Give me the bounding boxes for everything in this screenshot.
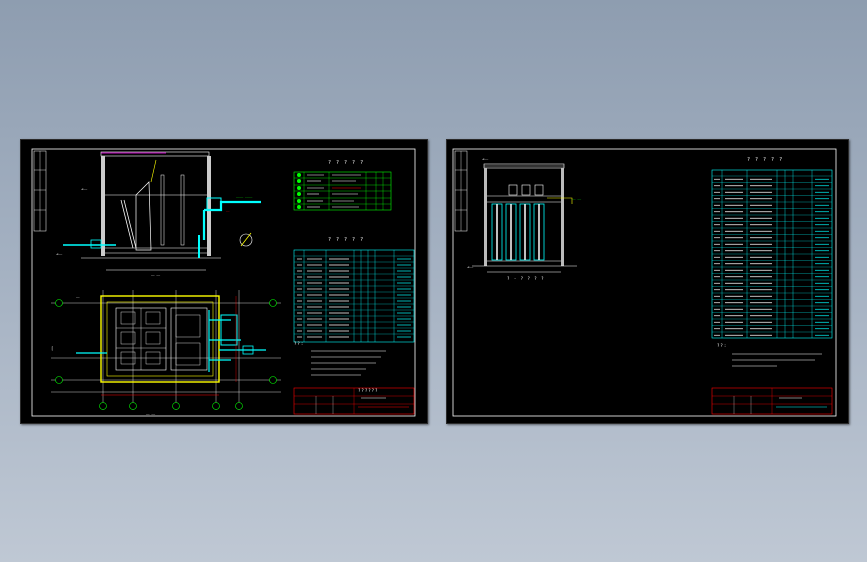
notes-label-1: ??: <box>294 341 305 346</box>
equipment-table-title: ? ? ? ? ? <box>328 160 365 166</box>
table-title-2: ? ? ? ? ? <box>747 157 784 163</box>
plan-view: —— [ —— —— <box>51 290 281 416</box>
drawing-border <box>31 148 416 417</box>
svg-text:——: —— <box>226 209 230 213</box>
svg-text:———— ————: ———— ———— <box>236 195 252 199</box>
notes-label-2: ??: <box>717 343 728 348</box>
svg-text:⊿——: ⊿—— <box>467 265 473 269</box>
notes-block-1 <box>311 350 386 376</box>
svg-text:—— ——: —— —— <box>151 273 160 277</box>
sheet-2-drawing: —— —— ⊿—— ⊿—— <box>452 148 837 417</box>
drawing-sheet-1[interactable]: ———— ———— —— ⊿—— ⊿—— —— —— —— [—— —— ? … <box>20 139 428 424</box>
equipment-table <box>293 171 392 211</box>
svg-text:⊿——: ⊿—— <box>56 252 62 256</box>
svg-text:—— ——: —— —— <box>572 197 581 201</box>
materials-table-title: ? ? ? ? ? <box>328 237 365 243</box>
section-view: ———— ———— —— ⊿—— ⊿—— —— —— <box>56 151 261 277</box>
svg-text:⊿——: ⊿—— <box>81 187 87 191</box>
title-block-1 <box>293 387 415 415</box>
sheet-1-drawing: ———— ———— —— ⊿—— ⊿—— —— —— —— [—— —— <box>31 148 416 417</box>
svg-text:⊿——: ⊿—— <box>482 157 488 161</box>
filter-section-view: —— —— ⊿—— ⊿—— <box>467 157 581 273</box>
title-block-2 <box>711 387 833 415</box>
notes-block-2 <box>732 353 822 367</box>
svg-text:——: —— <box>76 295 80 299</box>
svg-text:—— ——: —— —— <box>146 412 155 416</box>
title-block-label: ?????? <box>358 388 379 393</box>
section-label-2: ? - ? ? ? ? <box>507 276 545 281</box>
svg-text:[: [ <box>51 346 53 351</box>
materials-table-2 <box>711 169 833 339</box>
materials-table <box>293 249 415 343</box>
drawing-sheet-2[interactable]: —— —— ⊿—— ⊿—— ? ? ? ? ? ? - ? ? ? ? ??: <box>446 139 849 424</box>
